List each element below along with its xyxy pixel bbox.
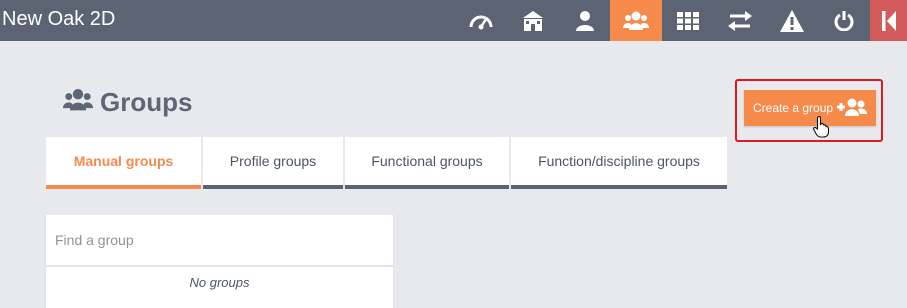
- add-user-group-icon: [837, 98, 867, 119]
- collapse-left-icon[interactable]: [870, 0, 907, 41]
- tab-functional-groups[interactable]: Functional groups: [345, 137, 509, 189]
- create-group-button[interactable]: Create a group: [744, 90, 876, 126]
- create-group-label: Create a group: [753, 101, 834, 115]
- hand-pointer-icon: [813, 115, 830, 143]
- tab-profile-groups[interactable]: Profile groups: [203, 137, 343, 189]
- power-icon[interactable]: [818, 0, 870, 41]
- user-icon[interactable]: [559, 0, 611, 41]
- grid-apps-icon[interactable]: [662, 0, 714, 41]
- users-group-icon: [63, 87, 93, 118]
- transfer-arrows-icon[interactable]: [714, 0, 766, 41]
- search-input[interactable]: [46, 215, 393, 267]
- empty-state-text: No groups: [189, 275, 250, 290]
- page-header: Groups: [63, 87, 192, 118]
- school-building-icon[interactable]: [507, 0, 559, 41]
- top-navigation-bar: New Oak 2D: [0, 0, 907, 41]
- groups-list-panel: No groups: [46, 215, 393, 308]
- page-title: Groups: [100, 87, 193, 117]
- users-group-icon[interactable]: [610, 0, 662, 41]
- tab-function-discipline-groups[interactable]: Function/discipline groups: [511, 137, 727, 189]
- warning-triangle-icon[interactable]: [766, 0, 818, 41]
- app-title: New Oak 2D: [2, 8, 116, 30]
- tab-manual-groups[interactable]: Manual groups: [46, 137, 201, 189]
- dashboard-gauge-icon[interactable]: [455, 0, 507, 41]
